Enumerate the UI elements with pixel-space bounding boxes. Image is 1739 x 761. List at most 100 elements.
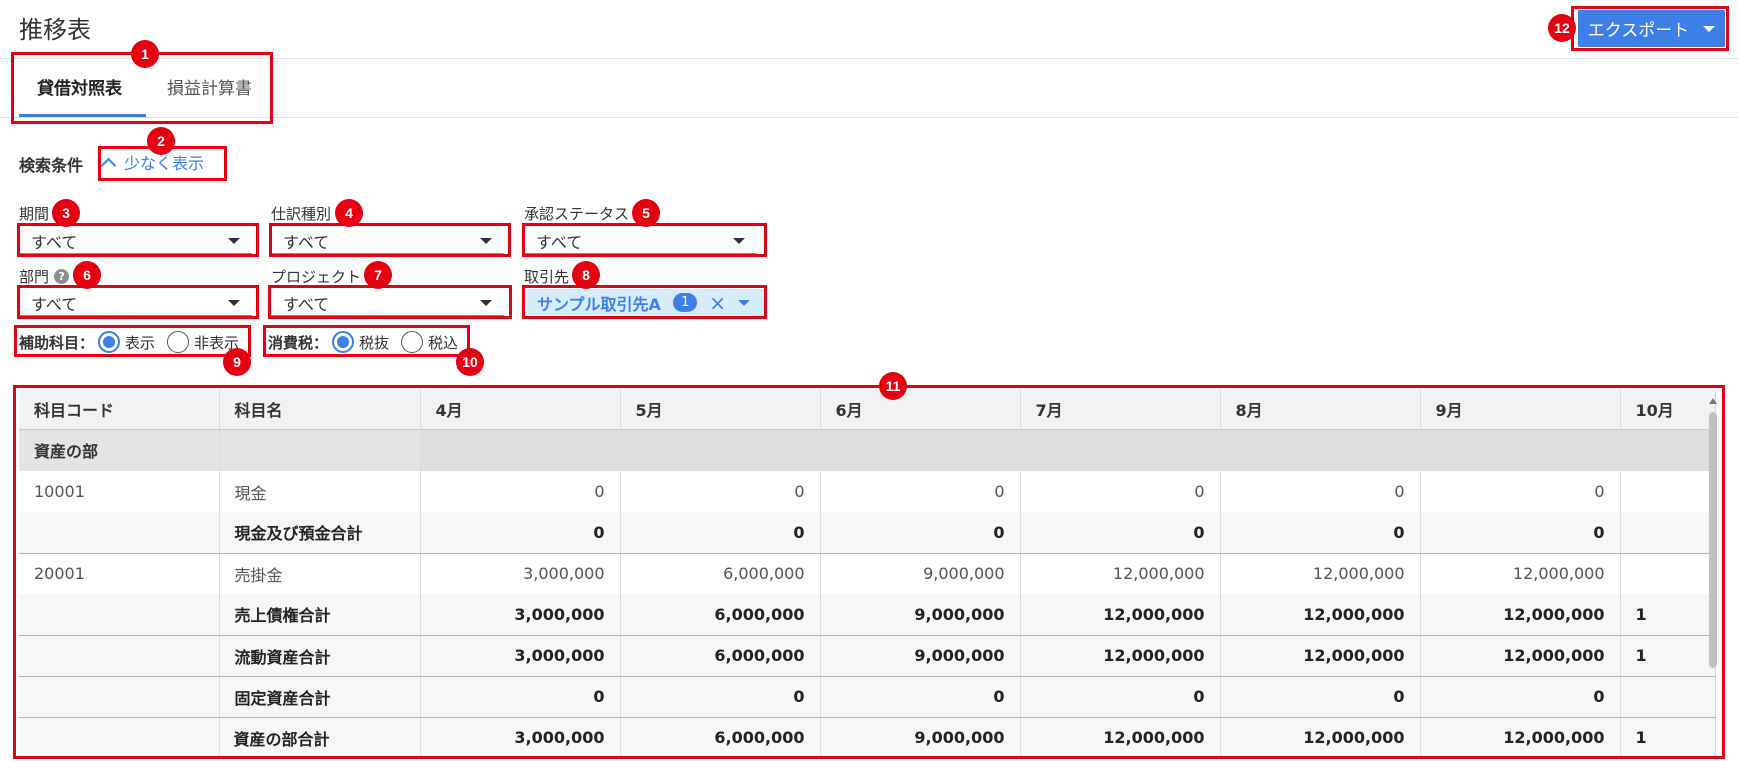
value-cell: 1 [1620,635,1716,677]
period-select[interactable]: すべて [19,228,252,254]
export-button[interactable]: エクスポート [1578,10,1725,47]
caret-down-icon [733,237,745,244]
tabs-divider [0,117,1739,118]
page-title: 推移表 [19,16,91,44]
radio-show-button[interactable] [98,331,121,353]
value-cell: 0 [1420,676,1621,718]
table-row[interactable]: 10001 現金 0 0 0 0 0 0 [19,471,1716,512]
value-cell: 0 [1420,512,1621,554]
annotation-badge: 5 [632,199,660,227]
column-header[interactable]: 科目名 [219,390,421,430]
approval-status-select[interactable]: すべて [524,228,757,254]
column-header[interactable]: 8月 [1220,390,1421,430]
name-cell: 流動資産合計 [219,635,421,677]
table-row: 資産の部 [19,429,1716,471]
caret-down-icon [228,299,240,306]
sub-account-radio-group: 補助科目： 表示 非表示 [19,331,239,353]
name-cell: 現金 [219,471,421,512]
annotation-badge: 3 [52,199,80,227]
approval-status-label: 承認ステータス [524,205,630,223]
value-cell: 9,000,000 [820,717,1021,759]
table-row[interactable]: 20001 売掛金 3,000,000 6,000,000 9,000,000 … [19,553,1716,594]
partner-chip: サンプル取引先A [537,294,661,314]
partner-count-badge: 1 [673,293,698,312]
value-cell: 9,000,000 [820,635,1021,677]
caret-down-icon [738,299,750,306]
annotation-badge: 8 [572,261,600,289]
journal-type-select[interactable]: すべて [271,228,504,254]
radio-show[interactable]: 表示 [98,331,155,353]
name-cell: 売掛金 [219,553,421,594]
value-cell: 0 [1020,471,1221,512]
value-cell: 0 [420,676,621,718]
annotation-badge: 9 [223,348,251,376]
section-cell [219,429,421,471]
scrollbar-thumb[interactable] [1709,412,1717,668]
value-cell: 0 [1220,512,1421,554]
value-cell: 12,000,000 [1420,594,1621,636]
column-header[interactable]: 7月 [1020,390,1221,430]
value-cell: 0 [620,512,821,554]
column-header[interactable]: 5月 [620,390,821,430]
annotation-badge: 6 [73,261,101,289]
department-select[interactable]: すべて [19,290,252,316]
annotation-badge: 11 [879,372,907,400]
table-row[interactable]: 現金及び預金合計 0 0 0 0 0 0 [19,512,1716,554]
help-icon[interactable]: ? [54,269,70,284]
caret-down-icon [480,299,492,306]
value-cell: 12,000,000 [1020,553,1221,594]
annotation-badge: 2 [147,127,175,155]
value-cell: 0 [1020,512,1221,554]
name-cell: 資産の部合計 [219,717,421,759]
annotation-badge: 12 [1548,14,1576,42]
section-cell: 資産の部 [19,429,220,471]
journal-type-value: すべて [283,232,330,252]
value-cell: 3,000,000 [420,635,621,677]
annotation-badge: 1 [131,40,159,68]
code-cell: 10001 [19,471,220,512]
sub-account-label: 補助科目： [19,333,95,352]
column-header[interactable]: 9月 [1420,390,1621,430]
value-cell: 0 [1220,471,1421,512]
radio-hide-button[interactable] [167,331,190,353]
department-value: すべて [31,294,78,314]
column-header[interactable]: 6月 [820,390,1021,430]
value-cell: 3,000,000 [420,717,621,759]
code-cell [19,676,220,718]
radio-tax-excluded[interactable]: 税抜 [332,331,389,353]
value-cell: 0 [1420,471,1621,512]
export-label: エクスポート [1587,21,1690,41]
value-cell: 0 [1220,676,1421,718]
table-row[interactable]: 売上債権合計 3,000,000 6,000,000 9,000,000 12,… [19,594,1716,636]
tax-radio-group: 消費税： 税抜 税込 [268,331,458,353]
column-header[interactable]: 10月 [1620,390,1716,430]
chevron-up-icon [100,157,117,173]
value-cell: 0 [820,512,1021,554]
search-conditions-label: 検索条件 [19,156,84,175]
value-cell: 6,000,000 [620,553,821,594]
caret-down-icon [1703,25,1716,32]
code-cell [19,635,220,677]
table-scrollbar[interactable] [1708,398,1718,678]
clear-icon[interactable]: × [709,293,726,313]
value-cell: 12,000,000 [1020,635,1221,677]
table-row[interactable]: 資産の部合計 3,000,000 6,000,000 9,000,000 12,… [19,717,1716,759]
radio-tax-excluded-button[interactable] [332,331,355,353]
column-header[interactable]: 科目コード [19,390,220,430]
project-select[interactable]: すべて [271,290,504,316]
value-cell [1620,471,1716,512]
column-header[interactable]: 4月 [420,390,621,430]
show-less-toggle[interactable]: 少なく表示 [100,150,204,174]
scroll-up-arrow-icon[interactable] [1709,398,1717,404]
name-cell: 固定資産合計 [219,676,421,718]
tab-income-statement[interactable]: 損益計算書 [167,74,252,99]
table-header-row: 科目コード 科目名 4月 5月 6月 7月 8月 9月 10月 [19,390,1716,430]
annotation-badge: 7 [364,261,392,289]
tab-balance-sheet[interactable]: 貸借対照表 [37,74,122,99]
value-cell: 3,000,000 [420,594,621,636]
partner-select[interactable]: サンプル取引先A 1 × [527,289,764,316]
table-row[interactable]: 固定資産合計 0 0 0 0 0 0 [19,676,1716,718]
radio-tax-included[interactable]: 税込 [401,331,458,353]
radio-tax-included-button[interactable] [401,331,424,353]
table-row[interactable]: 流動資産合計 3,000,000 6,000,000 9,000,000 12,… [19,635,1716,677]
